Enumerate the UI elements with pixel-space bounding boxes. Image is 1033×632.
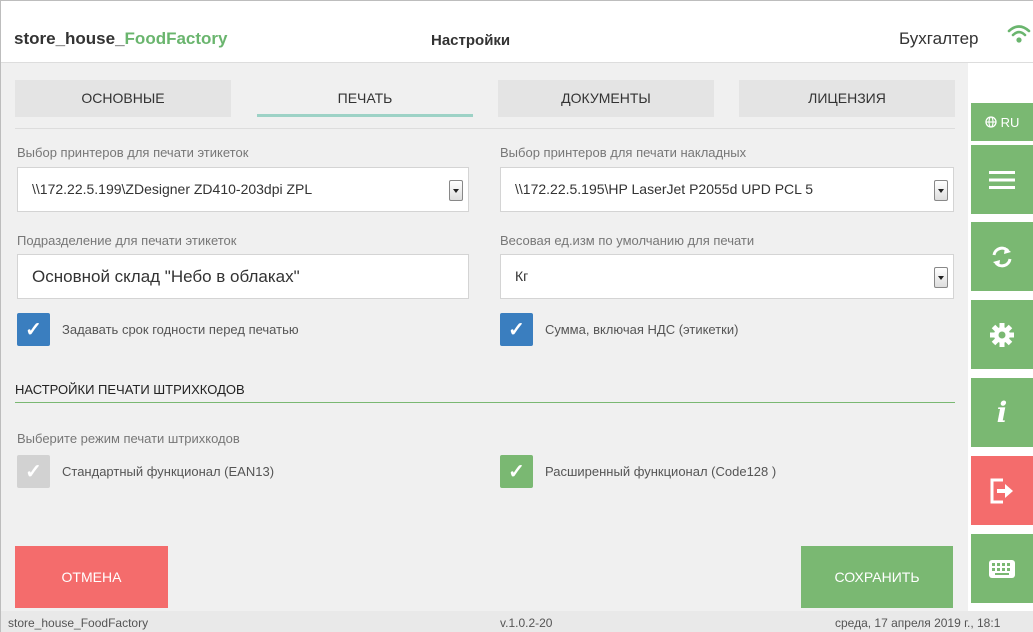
tab-print[interactable]: ПЕЧАТЬ xyxy=(257,80,473,117)
extended-mode-label: Расширенный функционал (Code128 ) xyxy=(545,464,777,479)
barcode-mode-label: Выберите режим печати штрихкодов xyxy=(17,431,240,446)
printer-labels-value: \\172.22.5.199\ZDesigner ZD410-203dpi ZP… xyxy=(32,181,313,197)
header: store_house_FoodFactory Настройки Бухгал… xyxy=(1,1,1033,63)
language-label: RU xyxy=(1000,114,1020,130)
expiry-checkbox-label: Задавать срок годности перед печатью xyxy=(62,322,299,337)
weight-unit-select[interactable]: Кг xyxy=(500,254,954,299)
barcode-section-title: НАСТРОЙКИ ПЕЧАТИ ШТРИХКОДОВ xyxy=(15,382,245,397)
department-value: Основной склад "Небо в облаках" xyxy=(32,267,300,286)
language-button[interactable]: RU xyxy=(971,103,1033,141)
department-input[interactable]: Основной склад "Небо в облаках" xyxy=(17,254,469,299)
tab-basic[interactable]: ОСНОВНЫЕ xyxy=(15,80,231,117)
gear-icon xyxy=(990,322,1014,347)
save-button[interactable]: СОХРАНИТЬ xyxy=(801,546,953,608)
label-printer-invoices: Выбор принтеров для печати накладных xyxy=(500,145,747,160)
footer-datetime: среда, 17 апреля 2019 г., 18:1 xyxy=(835,616,1001,630)
logout-button[interactable] xyxy=(971,456,1033,525)
menu-icon xyxy=(989,170,1015,189)
user-name: Бухгалтер xyxy=(899,29,979,48)
globe-icon xyxy=(984,116,997,128)
cancel-button[interactable]: ОТМЕНА xyxy=(15,546,168,608)
vat-checkbox-label: Сумма, включая НДС (этикетки) xyxy=(545,322,739,337)
keyboard-button[interactable] xyxy=(971,534,1033,603)
logout-icon xyxy=(990,478,1013,503)
tab-divider xyxy=(15,128,955,129)
footer-app-name: store_house_FoodFactory xyxy=(8,616,149,630)
check-icon: ✓ xyxy=(508,461,525,483)
sync-icon xyxy=(992,246,1012,267)
footer: store_house_FoodFactory v.1.0.2-20 среда… xyxy=(1,611,1033,632)
section-divider xyxy=(15,402,955,403)
tab-license[interactable]: ЛИЦЕНЗИЯ xyxy=(739,80,955,117)
standard-mode-checkbox[interactable]: ✓ xyxy=(17,455,50,488)
chevron-down-icon xyxy=(934,180,948,201)
standard-mode-label: Стандартный функционал (EAN13) xyxy=(62,464,275,479)
check-icon: ✓ xyxy=(508,319,525,341)
check-icon: ✓ xyxy=(25,461,42,483)
extended-mode-checkbox[interactable]: ✓ xyxy=(500,455,533,488)
chevron-down-icon xyxy=(934,267,948,288)
printer-labels-select[interactable]: \\172.22.5.199\ZDesigner ZD410-203dpi ZP… xyxy=(17,167,469,212)
page-title: Настройки xyxy=(431,32,511,49)
weight-unit-value: Кг xyxy=(515,268,529,284)
keyboard-icon xyxy=(989,559,1015,578)
vat-checkbox[interactable]: ✓ xyxy=(500,313,533,346)
settings-button[interactable] xyxy=(971,300,1033,369)
printer-invoices-select[interactable]: \\172.22.5.195\HP LaserJet P2055d UPD PC… xyxy=(500,167,954,212)
printer-invoices-value: \\172.22.5.195\HP LaserJet P2055d UPD PC… xyxy=(515,181,814,197)
info-icon: i xyxy=(996,396,1008,429)
label-department: Подразделение для печати этикеток xyxy=(17,233,237,248)
menu-button[interactable] xyxy=(971,145,1033,214)
sync-button[interactable] xyxy=(971,222,1033,291)
check-icon: ✓ xyxy=(25,319,42,341)
wifi-icon xyxy=(1007,25,1031,43)
label-weight-unit: Весовая ед.изм по умолчанию для печати xyxy=(500,233,755,248)
app-title: store_house_FoodFactory xyxy=(14,29,228,48)
footer-version: v.1.0.2-20 xyxy=(500,616,553,630)
expiry-checkbox[interactable]: ✓ xyxy=(17,313,50,346)
info-button[interactable]: i xyxy=(971,378,1033,447)
tab-documents[interactable]: ДОКУМЕНТЫ xyxy=(498,80,714,117)
chevron-down-icon xyxy=(449,180,463,201)
label-printer-labels: Выбор принтеров для печати этикеток xyxy=(17,145,249,160)
